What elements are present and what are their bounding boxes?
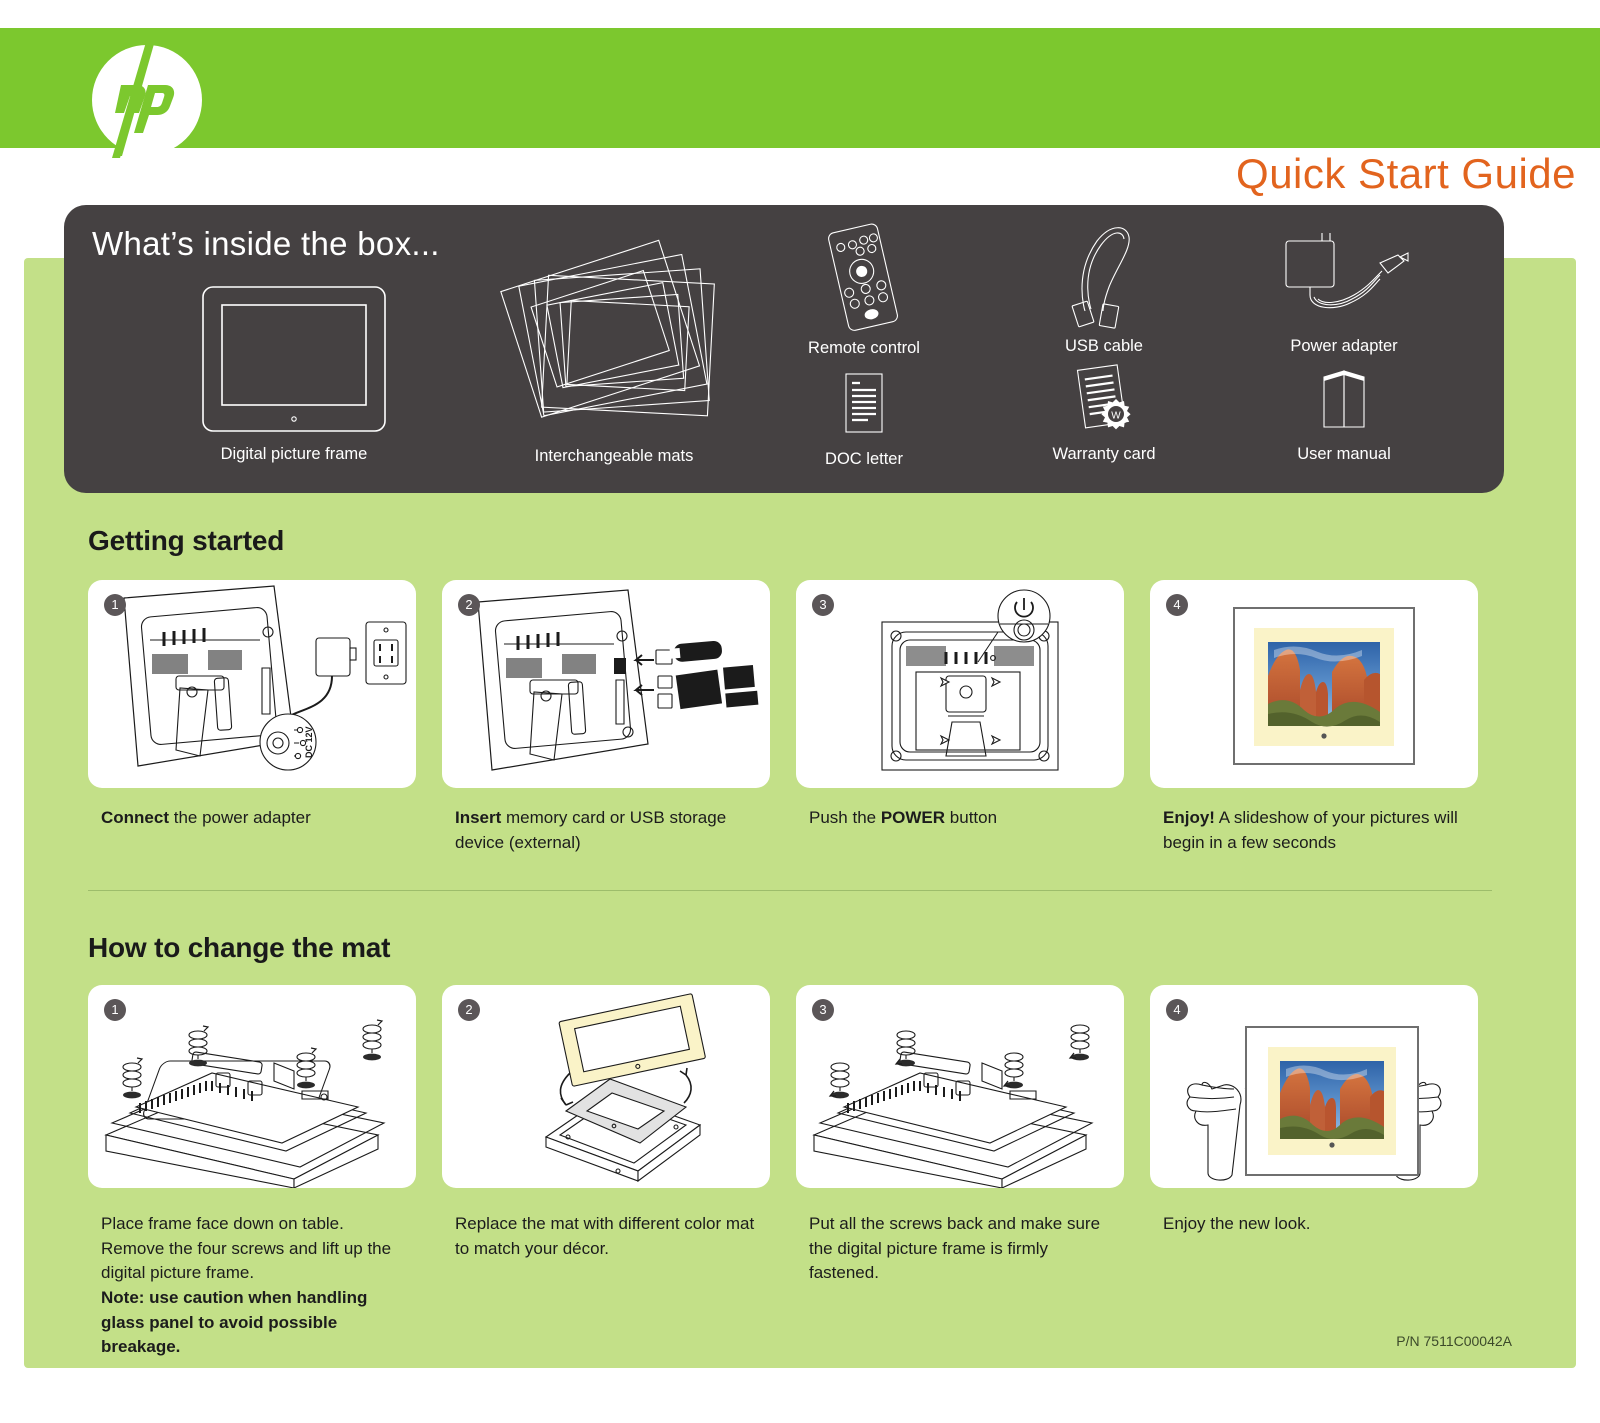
replace-screws-illustration bbox=[812, 1024, 1094, 1188]
box-item-warranty-card: W Warranty card bbox=[1004, 363, 1204, 464]
remote-control-icon bbox=[828, 223, 898, 331]
getting-started-step-4-caption: Enjoy! A slideshow of your pictures will… bbox=[1163, 806, 1468, 855]
change-mat-step-4-card: 4 bbox=[1150, 985, 1478, 1188]
box-item-label: Remote control bbox=[808, 339, 920, 357]
getting-started-heading: Getting started bbox=[88, 525, 285, 556]
caption-bold: Enjoy! bbox=[1163, 808, 1215, 827]
whats-inside-title: What’s inside the box... bbox=[92, 225, 440, 262]
change-mat-step-3-caption: Put all the screws back and make sure th… bbox=[809, 1212, 1109, 1286]
box-item-user-manual: User manual bbox=[1234, 365, 1454, 464]
change-mat-step-2-caption: Replace the mat with different color mat… bbox=[455, 1212, 760, 1261]
box-item-label: DOC letter bbox=[825, 450, 903, 468]
getting-started-step-2-caption: Insert memory card or USB storage device… bbox=[455, 806, 755, 855]
caption-text: Put all the screws back and make sure th… bbox=[809, 1214, 1101, 1283]
digital-picture-frame-icon bbox=[202, 286, 386, 432]
change-mat-step-1-caption: Place frame face down on table. Remove t… bbox=[101, 1212, 411, 1360]
warranty-card-icon: W bbox=[1076, 364, 1131, 430]
step-badge: 3 bbox=[812, 999, 834, 1021]
header-green-bar bbox=[0, 28, 1600, 148]
box-item-digital-picture-frame: Digital picture frame bbox=[174, 283, 414, 464]
getting-started-step-4-card: 4 bbox=[1150, 580, 1478, 788]
box-item-label: User manual bbox=[1297, 445, 1391, 463]
box-item-label: Warranty card bbox=[1052, 445, 1156, 463]
enjoy-new-look-illustration bbox=[1186, 1026, 1442, 1181]
getting-started-step-2-card: 2 bbox=[442, 580, 770, 788]
getting-started-step-1-caption: Connect the power adapter bbox=[101, 806, 401, 831]
step-badge: 2 bbox=[458, 594, 480, 616]
quick-start-guide-page: Quick Start Guide What’s inside the box.… bbox=[0, 0, 1600, 1423]
user-manual-icon bbox=[1323, 370, 1365, 428]
hp-logo bbox=[92, 42, 202, 158]
caption-bold: Insert bbox=[455, 808, 502, 827]
caption-text: Enjoy the new look. bbox=[1163, 1214, 1311, 1233]
connect-power-adapter-illustration: DC 12V bbox=[123, 585, 407, 771]
change-mat-step-4-caption: Enjoy the new look. bbox=[1163, 1212, 1463, 1237]
section-divider bbox=[88, 890, 1492, 891]
usb-cable-icon bbox=[1071, 227, 1130, 329]
caption-rest: the power adapter bbox=[169, 808, 311, 827]
doc-letter-icon bbox=[845, 373, 883, 433]
step-badge: 4 bbox=[1166, 594, 1188, 616]
insert-memory-card-illustration bbox=[477, 589, 759, 771]
push-power-button-illustration bbox=[881, 589, 1059, 771]
box-item-label: Power adapter bbox=[1290, 337, 1398, 355]
change-mat-step-1-card: 1 bbox=[88, 985, 416, 1188]
box-item-interchangeable-mats: Interchangeable mats bbox=[464, 229, 764, 466]
interchangeable-mats-icon bbox=[500, 239, 715, 418]
change-mat-step-3-card: 3 bbox=[796, 985, 1124, 1188]
caption-note: Note: use caution when handling glass pa… bbox=[101, 1287, 368, 1357]
change-mat-step-2-card: 2 bbox=[442, 985, 770, 1188]
svg-text:W: W bbox=[1111, 411, 1121, 422]
box-item-label: USB cable bbox=[1065, 337, 1143, 355]
caption-text: Place frame face down on table. Remove t… bbox=[101, 1214, 392, 1283]
change-mat-heading: How to change the mat bbox=[88, 932, 391, 963]
caption-pre: Push the bbox=[809, 808, 881, 827]
caption-bold: Connect bbox=[101, 808, 169, 827]
caption-bold: POWER bbox=[880, 808, 946, 827]
getting-started-step-3-caption: Push the POWER button bbox=[809, 806, 1109, 831]
part-number: P/N 7511C00042A bbox=[1396, 1333, 1512, 1349]
power-adapter-icon bbox=[1285, 233, 1409, 309]
step-badge: 3 bbox=[812, 594, 834, 616]
box-item-doc-letter: DOC letter bbox=[764, 370, 964, 469]
box-item-label: Digital picture frame bbox=[220, 445, 368, 463]
remove-screws-illustration bbox=[104, 1019, 386, 1188]
whats-inside-the-box-panel: What’s inside the box... Digital picture… bbox=[64, 205, 1504, 493]
step-badge: 1 bbox=[104, 594, 126, 616]
box-item-usb-cable: USB cable bbox=[1004, 219, 1204, 356]
getting-started-step-3-card: 3 bbox=[796, 580, 1124, 788]
page-title: Quick Start Guide bbox=[1236, 150, 1576, 197]
step-badge: 2 bbox=[458, 999, 480, 1021]
getting-started-step-1-card: DC 12V 1 bbox=[88, 580, 416, 788]
replace-mat-illustration bbox=[544, 993, 706, 1183]
box-item-remote-control: Remote control bbox=[764, 221, 964, 358]
step-badge: 4 bbox=[1166, 999, 1188, 1021]
svg-text:DC 12V: DC 12V bbox=[304, 726, 314, 758]
caption-text: Replace the mat with different color mat… bbox=[455, 1214, 755, 1258]
box-item-label: Interchangeable mats bbox=[534, 447, 694, 465]
caption-rest: button bbox=[945, 808, 998, 827]
slideshow-enjoy-illustration bbox=[1233, 607, 1415, 765]
step-badge: 1 bbox=[104, 999, 126, 1021]
box-item-power-adapter: Power adapter bbox=[1234, 223, 1454, 356]
